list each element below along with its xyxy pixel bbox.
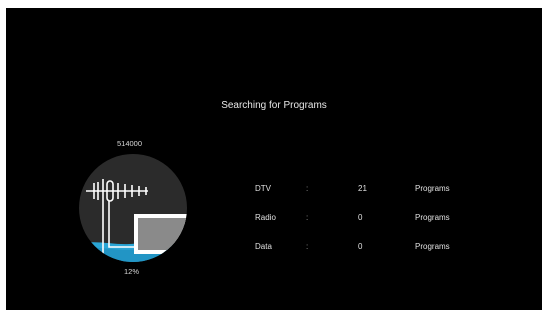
result-separator: : bbox=[306, 213, 309, 222]
channel-scan-screen: Searching for Programs 514000 12% DTV: … bbox=[6, 8, 542, 310]
result-label: Radio bbox=[255, 213, 276, 222]
result-unit: Programs bbox=[415, 242, 450, 251]
result-separator: : bbox=[306, 184, 309, 193]
result-row-radio: Radio : 0 Programs bbox=[6, 213, 542, 225]
result-separator: : bbox=[306, 242, 309, 251]
page-title: Searching for Programs bbox=[221, 100, 327, 111]
result-label: Data bbox=[255, 242, 272, 251]
result-row-data: Data : 0 Programs bbox=[6, 242, 542, 254]
result-count: 0 bbox=[358, 242, 363, 251]
result-count: 21 bbox=[358, 184, 367, 193]
result-unit: Programs bbox=[415, 184, 450, 193]
result-count: 0 bbox=[358, 213, 363, 222]
progress-percent: 12% bbox=[124, 267, 140, 276]
result-row-dtv: DTV : 21 Programs bbox=[6, 184, 542, 196]
result-unit: Programs bbox=[415, 213, 450, 222]
frequency-readout: 514000 bbox=[117, 139, 143, 148]
result-label: DTV bbox=[255, 184, 271, 193]
